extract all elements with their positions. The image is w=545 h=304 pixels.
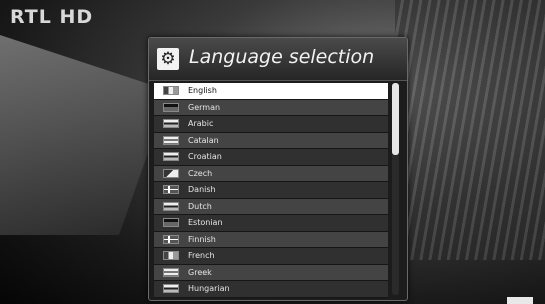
flag-icon xyxy=(163,152,179,162)
flag-icon xyxy=(163,251,179,261)
language-item-estonian[interactable]: Estonian xyxy=(154,215,388,232)
flag-icon xyxy=(163,168,179,178)
language-selection-dialog: ⚙ Language selection English German Arab… xyxy=(148,37,408,301)
language-label: English xyxy=(188,86,217,96)
flag-icon xyxy=(163,119,179,129)
language-item-arabic[interactable]: Arabic xyxy=(154,116,388,133)
language-item-french[interactable]: French xyxy=(154,248,388,265)
language-item-greek[interactable]: Greek xyxy=(154,264,388,281)
language-item-german[interactable]: German xyxy=(154,99,388,116)
scrollbar-thumb[interactable] xyxy=(392,83,399,155)
language-label: Arabic xyxy=(188,119,214,129)
gear-icon: ⚙ xyxy=(157,48,179,70)
dialog-header: ⚙ Language selection xyxy=(149,38,407,81)
language-label: Greek xyxy=(188,267,212,277)
corner-indicator xyxy=(507,297,533,304)
language-label: Hungarian xyxy=(188,284,230,294)
flag-icon xyxy=(163,135,179,145)
language-label: Croatian xyxy=(188,152,222,162)
language-label: Catalan xyxy=(188,135,219,145)
language-label: Dutch xyxy=(188,201,212,211)
flag-icon xyxy=(163,201,179,211)
language-label: Estonian xyxy=(188,218,223,228)
flag-icon xyxy=(163,234,179,244)
language-item-croatian[interactable]: Croatian xyxy=(154,149,388,166)
channel-logo: RTL HD xyxy=(10,6,94,28)
language-item-english[interactable]: English xyxy=(154,83,388,100)
language-item-catalan[interactable]: Catalan xyxy=(154,132,388,149)
flag-icon xyxy=(163,102,179,112)
dialog-title: Language selection xyxy=(189,46,375,68)
language-item-finnish[interactable]: Finnish xyxy=(154,231,388,248)
list-scrollbar[interactable] xyxy=(392,83,399,295)
flag-icon xyxy=(163,86,179,96)
language-item-dutch[interactable]: Dutch xyxy=(154,198,388,215)
language-list: English German Arabic Catalan Croatian C… xyxy=(154,83,388,298)
flag-icon xyxy=(163,267,179,277)
language-item-czech[interactable]: Czech xyxy=(154,165,388,182)
language-label: Danish xyxy=(188,185,216,195)
language-label: German xyxy=(188,102,221,112)
flag-icon xyxy=(163,218,179,228)
language-item-danish[interactable]: Danish xyxy=(154,182,388,199)
language-label: French xyxy=(188,251,215,261)
flag-icon xyxy=(163,185,179,195)
language-label: Finnish xyxy=(188,234,216,244)
language-item-hungarian[interactable]: Hungarian xyxy=(154,281,388,298)
flag-icon xyxy=(163,284,179,294)
language-label: Czech xyxy=(188,168,213,178)
